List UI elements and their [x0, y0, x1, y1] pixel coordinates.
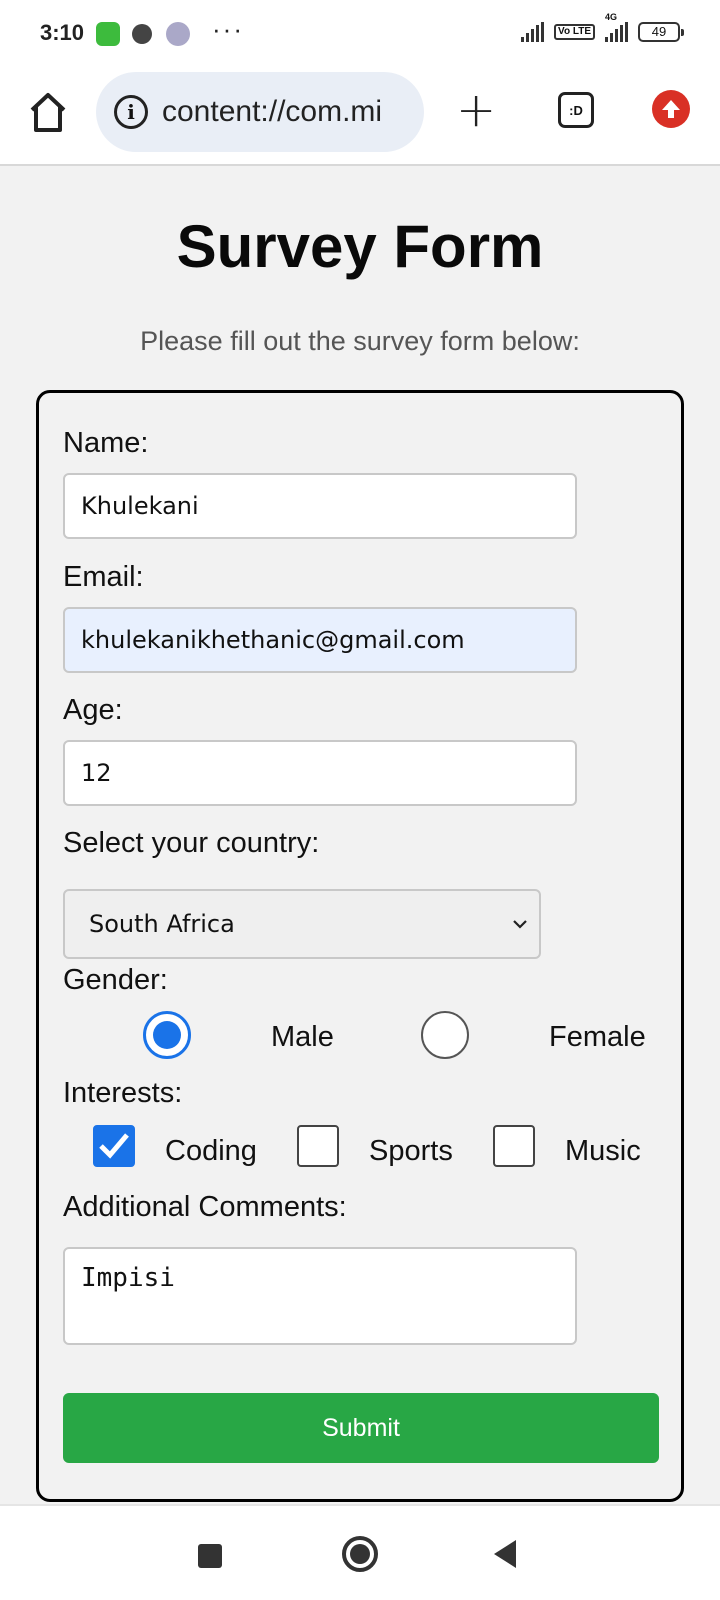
browser-toolbar: i content://com.mi + :D — [0, 68, 720, 166]
notification-photo-icon — [166, 22, 190, 46]
system-nav-bar — [0, 1504, 720, 1600]
gender-female-radio[interactable] — [421, 1011, 469, 1059]
network-type: 4G — [605, 12, 618, 22]
survey-form: Name: Email: Age: Select your country: S… — [36, 390, 684, 1502]
gender-male-radio[interactable] — [143, 1011, 191, 1059]
submit-button[interactable]: Submit — [63, 1393, 659, 1463]
interest-music-label: Music — [565, 1135, 641, 1167]
home-icon[interactable] — [28, 90, 68, 134]
battery-level: 49 — [651, 24, 667, 39]
info-icon[interactable]: i — [114, 95, 148, 129]
back-icon[interactable] — [494, 1540, 516, 1568]
gender-label: Gender: — [63, 964, 168, 996]
update-arrow-icon[interactable] — [652, 90, 690, 128]
country-label: Select your country: — [63, 827, 320, 859]
interests-label: Interests: — [63, 1077, 183, 1109]
email-field[interactable] — [63, 607, 577, 673]
interest-coding-checkbox[interactable] — [93, 1125, 135, 1167]
name-label: Name: — [63, 427, 149, 459]
age-field[interactable] — [63, 740, 577, 806]
new-tab-plus-icon[interactable]: + — [456, 86, 496, 134]
comments-label: Additional Comments: — [63, 1191, 347, 1223]
url-bar[interactable]: i content://com.mi — [96, 72, 424, 152]
recents-icon[interactable] — [198, 1544, 222, 1568]
chevron-down-icon — [513, 920, 527, 929]
battery-icon: 49 — [638, 22, 684, 42]
page-subtitle: Please fill out the survey form below: — [140, 326, 580, 356]
gender-female-label: Female — [549, 1021, 646, 1053]
signal-icon-2 — [605, 22, 628, 42]
url-text[interactable]: content://com.mi — [162, 95, 382, 129]
tabs-button[interactable]: :D — [558, 92, 594, 128]
age-label: Age: — [63, 694, 123, 726]
more-notifications-icon: ··· — [212, 14, 244, 44]
interest-music-checkbox[interactable] — [493, 1125, 535, 1167]
country-selected-value: South Africa — [89, 910, 235, 938]
volte-icon: Vo LTE — [554, 24, 595, 40]
page-title: Survey Form — [176, 213, 544, 280]
country-select[interactable]: South Africa — [63, 889, 541, 959]
home-circle-icon[interactable] — [342, 1536, 378, 1572]
status-time: 3:10 — [40, 20, 85, 45]
name-field[interactable] — [63, 473, 577, 539]
email-label: Email: — [63, 561, 144, 593]
gender-male-label: Male — [271, 1021, 334, 1053]
signal-icon — [521, 22, 545, 42]
interest-coding-label: Coding — [165, 1135, 257, 1167]
notification-record-icon — [132, 24, 152, 44]
status-bar: 3:10 ··· Vo LTE 4G 49 — [0, 0, 720, 68]
checkmark-icon — [99, 1133, 129, 1159]
interest-sports-checkbox[interactable] — [297, 1125, 339, 1167]
comments-textarea[interactable]: Impisi — [63, 1247, 577, 1345]
notification-app-icon — [96, 22, 120, 46]
interest-sports-label: Sports — [369, 1135, 453, 1167]
